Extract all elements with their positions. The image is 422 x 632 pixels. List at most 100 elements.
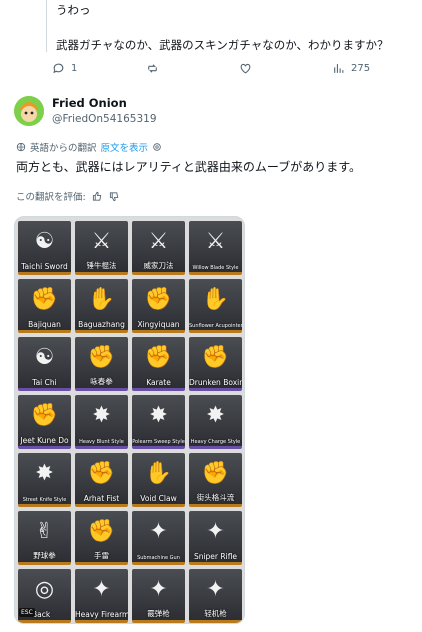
weapon-tile[interactable]: ✊ Bajiquan bbox=[18, 279, 71, 333]
weapon-tile[interactable]: ✦ Sniper Rifle bbox=[189, 511, 242, 565]
weapon-tile[interactable]: ✦ Heavy Firearm bbox=[75, 569, 128, 623]
weapon-tile-label: Street Knife Style bbox=[22, 497, 67, 503]
weapon-tile-label: 威家刀法 bbox=[143, 261, 174, 270]
weapon-tile-label: Baguazhang bbox=[78, 320, 125, 329]
weapon-tile[interactable]: ✋ Sunflower Acupointer bbox=[189, 279, 242, 333]
weapon-emblem-icon: ✊ bbox=[87, 345, 116, 370]
retweet-button[interactable] bbox=[146, 62, 159, 75]
weapon-tile[interactable]: ✦ 轻机枪 bbox=[189, 569, 242, 623]
retweet-icon bbox=[148, 64, 157, 73]
reply-icon bbox=[53, 63, 64, 74]
previous-tweet-line1: うわっ bbox=[56, 3, 91, 17]
weapon-emblem-icon: ✋ bbox=[87, 287, 116, 312]
weapon-tile[interactable]: ⚔ Willow Blade Style bbox=[189, 221, 242, 275]
attached-image[interactable]: ☯ Taichi Sword ⚔ 锤牛棍法 ⚔ 威家刀法 ⚔ Willow Blade Sty… bbox=[14, 216, 245, 624]
weapon-tile-label: 咏春拳 bbox=[90, 377, 113, 386]
weapon-emblem-icon: ✊ bbox=[87, 519, 116, 544]
weapon-emblem-icon: ✦ bbox=[92, 577, 111, 602]
weapon-tile-label: 轻机枪 bbox=[204, 609, 227, 618]
weapon-tile-label: Sunflower Acupointer bbox=[189, 323, 242, 329]
weapon-tile-label: 野球拳 bbox=[33, 551, 56, 560]
weapon-tile-label: 霰弹枪 bbox=[147, 609, 170, 618]
weapon-tile-label: Void Claw bbox=[140, 494, 177, 503]
weapon-tile[interactable]: ✊ Arhat Fist bbox=[75, 453, 128, 507]
weapon-tile-label: Drunken Boxing bbox=[189, 378, 242, 387]
weapon-tile[interactable]: ✸ Heavy Charge Style bbox=[189, 395, 242, 449]
weapon-tile[interactable]: ⚔ 威家刀法 bbox=[132, 221, 185, 275]
weapon-tile-label: Heavy Firearm bbox=[75, 610, 128, 619]
tweet-text: 両方とも、武器にはレアリティと武器由来のムーブがあります。 bbox=[16, 160, 362, 174]
like-button[interactable] bbox=[239, 62, 252, 75]
weapon-emblem-icon: ⚔ bbox=[148, 229, 169, 254]
weapon-tile-label: Polearm Sweep Style bbox=[132, 439, 185, 445]
weapon-tile-label: Sniper Rifle bbox=[193, 552, 238, 561]
weapon-tile[interactable]: ✦ Submachine Gun bbox=[132, 511, 185, 565]
thread-connector-line bbox=[46, 0, 47, 52]
weapon-tile[interactable]: ✊ Xingyiquan bbox=[132, 279, 185, 333]
weapon-emblem-icon: ✋ bbox=[144, 461, 173, 486]
avatar[interactable] bbox=[14, 96, 44, 126]
weapon-tile-label: 手雷 bbox=[94, 551, 109, 560]
weapon-tile[interactable]: ✊ 咏春拳 bbox=[75, 337, 128, 391]
weapon-tile[interactable]: ✦ 霰弹枪 bbox=[132, 569, 185, 623]
weapon-tile-label: Back bbox=[32, 610, 51, 619]
weapon-tile-label: 锤牛棍法 bbox=[86, 261, 117, 270]
weapon-emblem-icon: ✊ bbox=[201, 345, 230, 370]
weapon-tile[interactable]: ✊ Drunken Boxing bbox=[189, 337, 242, 391]
settings-icon[interactable] bbox=[152, 142, 162, 152]
weapon-emblem-icon: ◎ bbox=[34, 577, 55, 602]
weapon-tile-label: Taichi Sword bbox=[21, 262, 68, 271]
weapon-tile[interactable]: ◎ Back ESC bbox=[18, 569, 71, 623]
weapon-emblem-icon: ✦ bbox=[149, 519, 168, 544]
weapon-tile-label: Tai Chi bbox=[32, 378, 57, 387]
weapon-tile[interactable]: ✸ Polearm Sweep Style bbox=[132, 395, 185, 449]
weapon-tile-label: Xingyiquan bbox=[137, 320, 180, 329]
weapon-grid: ☯ Taichi Sword ⚔ 锤牛棍法 ⚔ 威家刀法 ⚔ Willow Blade Sty… bbox=[18, 221, 243, 623]
show-original-link[interactable]: 原文を表示 bbox=[101, 140, 149, 154]
rate-translation-row: この翻訳を評価: bbox=[16, 189, 120, 203]
weapon-emblem-icon: ✸ bbox=[35, 461, 54, 486]
weapon-tile-label: Submachine Gun bbox=[137, 555, 180, 561]
thumbs-down-icon[interactable] bbox=[109, 191, 120, 202]
weapon-tile[interactable]: ✊ 手雷 bbox=[75, 511, 128, 565]
weapon-emblem-icon: ☯ bbox=[34, 229, 55, 254]
weapon-emblem-icon: ✸ bbox=[206, 403, 225, 428]
weapon-tile[interactable]: ✋ Void Claw bbox=[132, 453, 185, 507]
weapon-emblem-icon: ✦ bbox=[206, 519, 225, 544]
weapon-emblem-icon: ✊ bbox=[87, 461, 116, 486]
reply-count: 1 bbox=[71, 63, 78, 74]
rate-translation-label: この翻訳を評価: bbox=[16, 192, 86, 203]
user-display-name[interactable]: Fried Onion bbox=[52, 96, 127, 110]
weapon-tile[interactable]: ✸ Heavy Blunt Style bbox=[75, 395, 128, 449]
views-bar-chart-icon bbox=[334, 64, 344, 73]
weapon-emblem-icon: ⚔ bbox=[205, 229, 226, 254]
weapon-emblem-icon: ✌ bbox=[35, 519, 54, 544]
previous-tweet-line2: 武器ガチャなのか、武器のスキンガチャなのか、わかりますか？ bbox=[56, 38, 389, 52]
globe-icon bbox=[16, 142, 26, 152]
weapon-tile[interactable]: ✋ Baguazhang bbox=[75, 279, 128, 333]
views-count: 275 bbox=[351, 63, 371, 74]
esc-key-badge: ESC bbox=[19, 608, 35, 617]
weapon-tile[interactable]: ⚔ 锤牛棍法 bbox=[75, 221, 128, 275]
weapon-tile[interactable]: ✊ Jeet Kune Do bbox=[18, 395, 71, 449]
weapon-tile[interactable]: ✊ Karate bbox=[132, 337, 185, 391]
avatar-image-icon bbox=[14, 96, 44, 126]
weapon-tile[interactable]: ☯ Tai Chi bbox=[18, 337, 71, 391]
heart-icon bbox=[240, 63, 251, 74]
views-button[interactable]: 275 bbox=[332, 62, 370, 75]
weapon-tile[interactable]: ☯ Taichi Sword bbox=[18, 221, 71, 275]
weapon-tile[interactable]: ✸ Street Knife Style bbox=[18, 453, 71, 507]
weapon-tile-label: Willow Blade Style bbox=[192, 265, 239, 271]
weapon-emblem-icon: ⚔ bbox=[91, 229, 112, 254]
weapon-emblem-icon: ✸ bbox=[149, 403, 168, 428]
user-handle[interactable]: @FriedOn54165319 bbox=[52, 113, 157, 125]
weapon-tile-label: Heavy Charge Style bbox=[190, 439, 241, 445]
translated-from-label: 英語からの翻訳 bbox=[30, 143, 97, 154]
weapon-tile[interactable]: ✊ 街头格斗流 bbox=[189, 453, 242, 507]
weapon-tile[interactable]: ✌ 野球拳 bbox=[18, 511, 71, 565]
reply-button[interactable]: 1 bbox=[52, 62, 77, 75]
weapon-tile-label: Jeet Kune Do bbox=[20, 436, 69, 445]
weapon-emblem-icon: ☯ bbox=[34, 345, 55, 370]
weapon-emblem-icon: ✦ bbox=[206, 577, 225, 602]
thumbs-up-icon[interactable] bbox=[92, 191, 103, 202]
